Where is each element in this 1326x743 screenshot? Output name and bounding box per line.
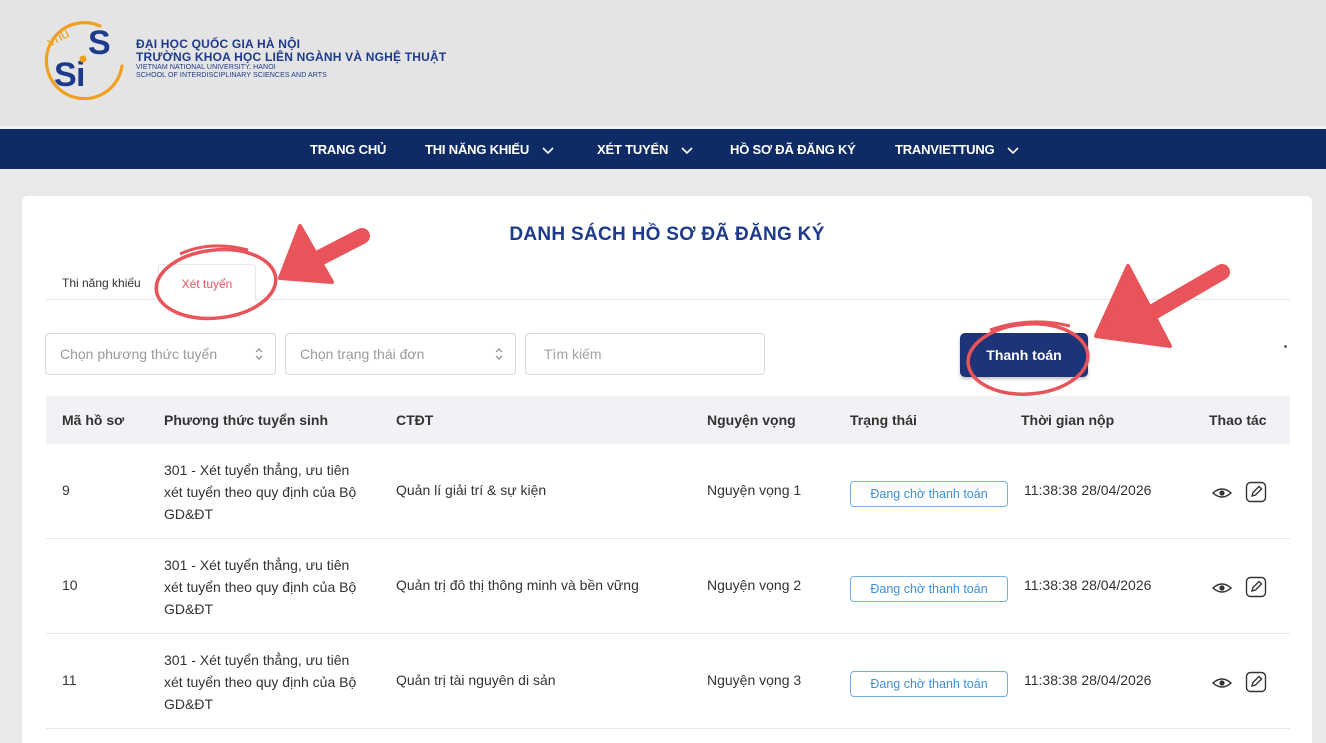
chevron-down-icon [541, 146, 554, 154]
nav-label: TRANG CHỦ [310, 142, 387, 157]
col-header-id: Mã hồ sơ [62, 412, 125, 428]
records-table: Mã hồ sơ Phương thức tuyển sinh CTĐT Ngu… [46, 396, 1290, 729]
nav-label: TRANVIETTUNG [895, 142, 995, 157]
cell-method: 301 - Xét tuyển thẳng, ưu tiên xét tuyển… [164, 462, 357, 522]
sort-updown-icon [255, 348, 263, 360]
eye-icon[interactable] [1212, 580, 1232, 596]
school-line: VIETNAM NATIONAL UNIVERSITY, HANOI [136, 64, 276, 71]
nav-item-aptitude[interactable]: THI NĂNG KHIẾU [425, 129, 555, 169]
table-row: 11 301 - Xét tuyển thẳng, ưu tiên xét tu… [46, 634, 1290, 729]
chevron-down-icon [1007, 146, 1019, 154]
col-header-wish: Nguyện vọng [707, 412, 796, 428]
page-title: DANH SÁCH HỒ SƠ ĐÃ ĐĂNG KÝ [509, 224, 825, 245]
edit-icon[interactable] [1245, 576, 1267, 598]
col-header-status: Trạng thái [850, 412, 917, 428]
cell-wish: Nguyện vọng 2 [707, 577, 802, 593]
cell-method: 301 - Xét tuyển thẳng, ưu tiên xét tuyển… [164, 557, 357, 617]
school-name: ĐẠI HỌC QUỐC GIA HÀ NỘI TRƯỜNG KHOA HỌC … [136, 38, 446, 80]
tab-bar: Thi năng khiếu Xét tuyển [46, 264, 1290, 301]
nav-item-admission[interactable]: XÉT TUYỂN [597, 129, 694, 169]
cell-program: Quản trị tài nguyên di sản [396, 672, 556, 688]
school-line: TRƯỜNG KHOA HỌC LIÊN NGÀNH VÀ NGHỆ THUẬT [136, 50, 447, 64]
cell-id: 10 [62, 577, 78, 593]
dot-marker [1284, 345, 1287, 348]
col-header-time: Thời gian nộp [1021, 412, 1115, 428]
nav-item-registered[interactable]: HỒ SƠ ĐÃ ĐĂNG KÝ [730, 129, 856, 169]
cell-program: Quản trị đô thị thông minh và bền vững [396, 577, 639, 593]
cell-wish: Nguyện vọng 3 [707, 672, 802, 688]
site-header: vnu S S i ĐẠI HỌC QUỐC GIA HÀ NỘI TRƯỜNG… [0, 0, 1326, 126]
nav-label: HỒ SƠ ĐÃ ĐĂNG KÝ [730, 142, 856, 157]
status-badge: Đang chờ thanh toán [850, 481, 1008, 507]
cell-id: 11 [62, 672, 77, 688]
eye-icon[interactable] [1212, 675, 1232, 691]
content-card: DANH SÁCH HỒ SƠ ĐÃ ĐĂNG KÝ Thi năng khiế… [22, 196, 1312, 743]
status-badge: Đang chờ thanh toán [850, 671, 1008, 697]
edit-icon[interactable] [1245, 671, 1267, 693]
status-select-value: Chọn trạng thái đơn [300, 346, 425, 362]
status-badge: Đang chờ thanh toán [850, 576, 1008, 602]
main-nav: TRANG CHỦ THI NĂNG KHIẾU XÉT TUYỂN HỒ SƠ… [0, 126, 1326, 169]
nav-label: THI NĂNG KHIẾU [425, 142, 530, 157]
chevron-down-icon [681, 146, 693, 154]
col-header-method: Phương thức tuyển sinh [164, 412, 329, 428]
col-header-program: CTĐT [396, 412, 434, 428]
table-row: 10 301 - Xét tuyển thẳng, ưu tiên xét tu… [46, 539, 1290, 634]
svg-text:S: S [88, 24, 111, 62]
search-input[interactable] [525, 333, 765, 375]
tab-admission[interactable]: Xét tuyển [158, 264, 256, 301]
svg-text:S: S [54, 56, 77, 94]
table-row: 9 301 - Xét tuyển thẳng, ưu tiên xét tuy… [46, 444, 1290, 539]
nav-label: XÉT TUYỂN [597, 142, 669, 157]
method-select[interactable]: Chọn phương thức tuyển [45, 333, 276, 375]
nav-item-user[interactable]: TRANVIETTUNG [895, 129, 1020, 169]
method-select-value: Chọn phương thức tuyển [60, 346, 218, 362]
cell-id: 9 [62, 482, 70, 498]
cell-method: 301 - Xét tuyển thẳng, ưu tiên xét tuyển… [164, 652, 357, 712]
cell-wish: Nguyện vọng 1 [707, 482, 802, 498]
nav-item-home[interactable]: TRANG CHỦ [310, 129, 386, 169]
eye-icon[interactable] [1212, 485, 1232, 501]
cell-program: Quản lí giải trí & sự kiện [396, 482, 547, 498]
cell-time: 11:38:38 28/04/2026 [1024, 482, 1152, 498]
status-select[interactable]: Chọn trạng thái đơn [285, 333, 516, 375]
cell-time: 11:38:38 28/04/2026 [1024, 672, 1152, 688]
cell-time: 11:38:38 28/04/2026 [1024, 577, 1152, 593]
edit-icon[interactable] [1245, 481, 1267, 503]
sort-updown-icon [495, 348, 503, 360]
table-header: Mã hồ sơ Phương thức tuyển sinh CTĐT Ngu… [46, 396, 1290, 444]
sis-logo[interactable]: vnu S S i [38, 14, 134, 100]
pay-button[interactable]: Thanh toán [960, 333, 1088, 377]
col-header-actions: Thao tác [1209, 412, 1267, 428]
school-line: SCHOOL OF INTERDISCIPLINARY SCIENCES AND… [136, 72, 327, 79]
tab-aptitude[interactable]: Thi năng khiếu [62, 264, 141, 300]
